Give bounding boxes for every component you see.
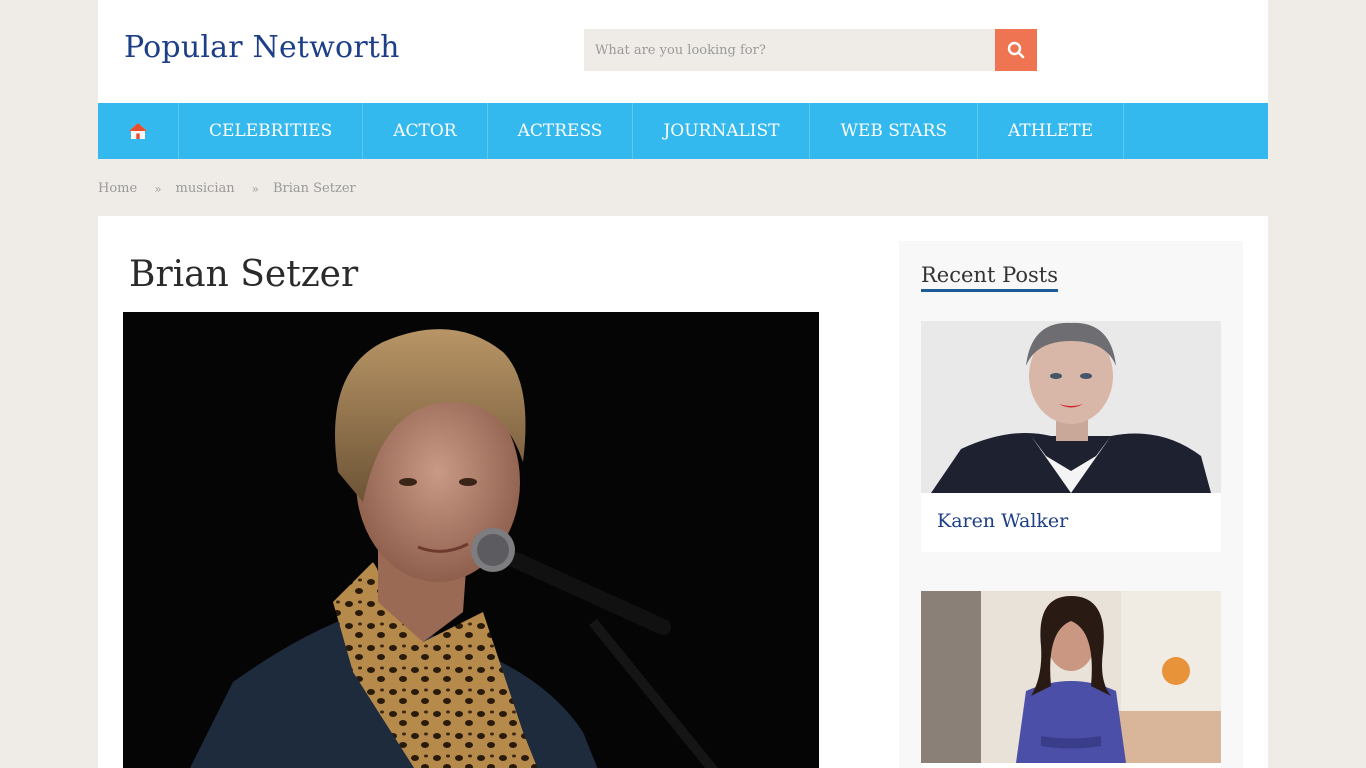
nav-home[interactable] [98,103,179,159]
home-icon [129,123,147,139]
main-nav: CELEBRITIES ACTOR ACTRESS JOURNALIST WEB… [98,103,1268,159]
breadcrumb-current: Brian Setzer [272,181,356,196]
search-icon [1007,41,1025,59]
recent-post-thumbnail[interactable] [921,591,1221,763]
breadcrumb: Home » musician » Brian Setzer [98,181,356,196]
site-logo[interactable]: Popular Networth [124,30,400,65]
search-input[interactable] [584,29,995,71]
featured-image [123,312,819,768]
search-button[interactable] [995,29,1037,71]
breadcrumb-home[interactable]: Home [98,181,137,196]
recent-post-photo [921,591,1221,763]
search-form [584,29,1037,71]
nav-actor[interactable]: ACTOR [363,103,488,159]
nav-actress[interactable]: ACTRESS [488,103,634,159]
recent-post-title[interactable]: Karen Walker [921,493,1221,552]
recent-post-card[interactable]: Karen Walker [921,321,1221,552]
recent-post-thumbnail[interactable] [921,321,1221,493]
site-header: Popular Networth [98,0,1268,103]
nav-journalist[interactable]: JOURNALIST [633,103,811,159]
recent-post-title[interactable] [921,763,1221,768]
nav-web-stars[interactable]: WEB STARS [810,103,979,159]
nav-celebrities[interactable]: CELEBRITIES [179,103,364,159]
sidebar: Recent Posts Karen Walker [899,241,1243,768]
double-chevron-right-icon: » [251,181,259,196]
recent-post-card[interactable] [921,591,1221,768]
recent-posts-heading: Recent Posts [921,263,1058,292]
double-chevron-right-icon: » [154,181,162,196]
main-content: Brian Setzer Recent Posts Karen Walker [98,216,1268,768]
portrait-illustration [123,312,819,768]
karen-walker-photo [921,321,1221,493]
page-title: Brian Setzer [129,254,359,295]
breadcrumb-category[interactable]: musician [176,181,235,196]
nav-athlete[interactable]: ATHLETE [978,103,1124,159]
